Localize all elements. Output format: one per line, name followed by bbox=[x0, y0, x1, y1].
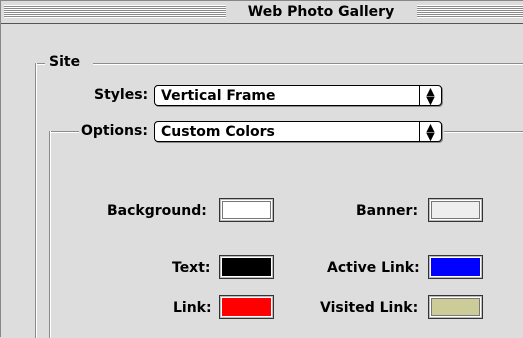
visited-link-color-label: Visited Link: bbox=[320, 300, 419, 316]
site-group-left-line bbox=[35, 63, 36, 338]
site-group-label: Site bbox=[49, 54, 81, 70]
options-popup-value: Custom Colors bbox=[161, 124, 275, 140]
window-title: Web Photo Gallery bbox=[227, 3, 415, 21]
visited-link-color-fill bbox=[431, 298, 480, 316]
title-bar-stripes-right bbox=[417, 5, 523, 18]
banner-color-label: Banner: bbox=[356, 203, 419, 219]
banner-color-fill bbox=[431, 201, 480, 219]
options-group-top-line bbox=[49, 131, 79, 132]
text-color-swatch[interactable] bbox=[219, 255, 274, 279]
title-bar[interactable]: Web Photo Gallery bbox=[1, 1, 523, 24]
up-down-arrows-icon: ▲ ▼ bbox=[419, 122, 441, 142]
active-link-color-fill bbox=[431, 258, 480, 276]
options-popup[interactable]: Custom Colors ▲ ▼ bbox=[154, 121, 442, 142]
styles-popup-value: Vertical Frame bbox=[161, 88, 276, 104]
options-label: Options: bbox=[81, 123, 148, 139]
link-color-swatch[interactable] bbox=[219, 295, 274, 319]
active-link-color-label: Active Link: bbox=[327, 260, 420, 276]
visited-link-color-swatch[interactable] bbox=[428, 295, 483, 319]
active-link-color-swatch[interactable] bbox=[428, 255, 483, 279]
site-group-top-line bbox=[35, 63, 45, 64]
options-group-left-line bbox=[49, 131, 50, 338]
title-bar-stripes-left bbox=[4, 5, 226, 18]
up-down-arrows-icon: ▲ ▼ bbox=[419, 86, 441, 106]
site-group-top-line-right bbox=[93, 63, 523, 64]
link-color-label: Link: bbox=[173, 300, 212, 316]
web-photo-gallery-window: Web Photo Gallery Site Styles: Vertical … bbox=[0, 0, 523, 338]
styles-label: Styles: bbox=[94, 87, 149, 103]
styles-popup[interactable]: Vertical Frame ▲ ▼ bbox=[154, 85, 442, 106]
background-color-swatch[interactable] bbox=[219, 198, 274, 222]
options-group-top-line-right bbox=[444, 131, 523, 132]
text-color-fill bbox=[222, 258, 271, 276]
banner-color-swatch[interactable] bbox=[428, 198, 483, 222]
background-color-label: Background: bbox=[107, 203, 207, 219]
text-color-label: Text: bbox=[172, 260, 211, 276]
link-color-fill bbox=[222, 298, 271, 316]
background-color-fill bbox=[222, 201, 271, 219]
